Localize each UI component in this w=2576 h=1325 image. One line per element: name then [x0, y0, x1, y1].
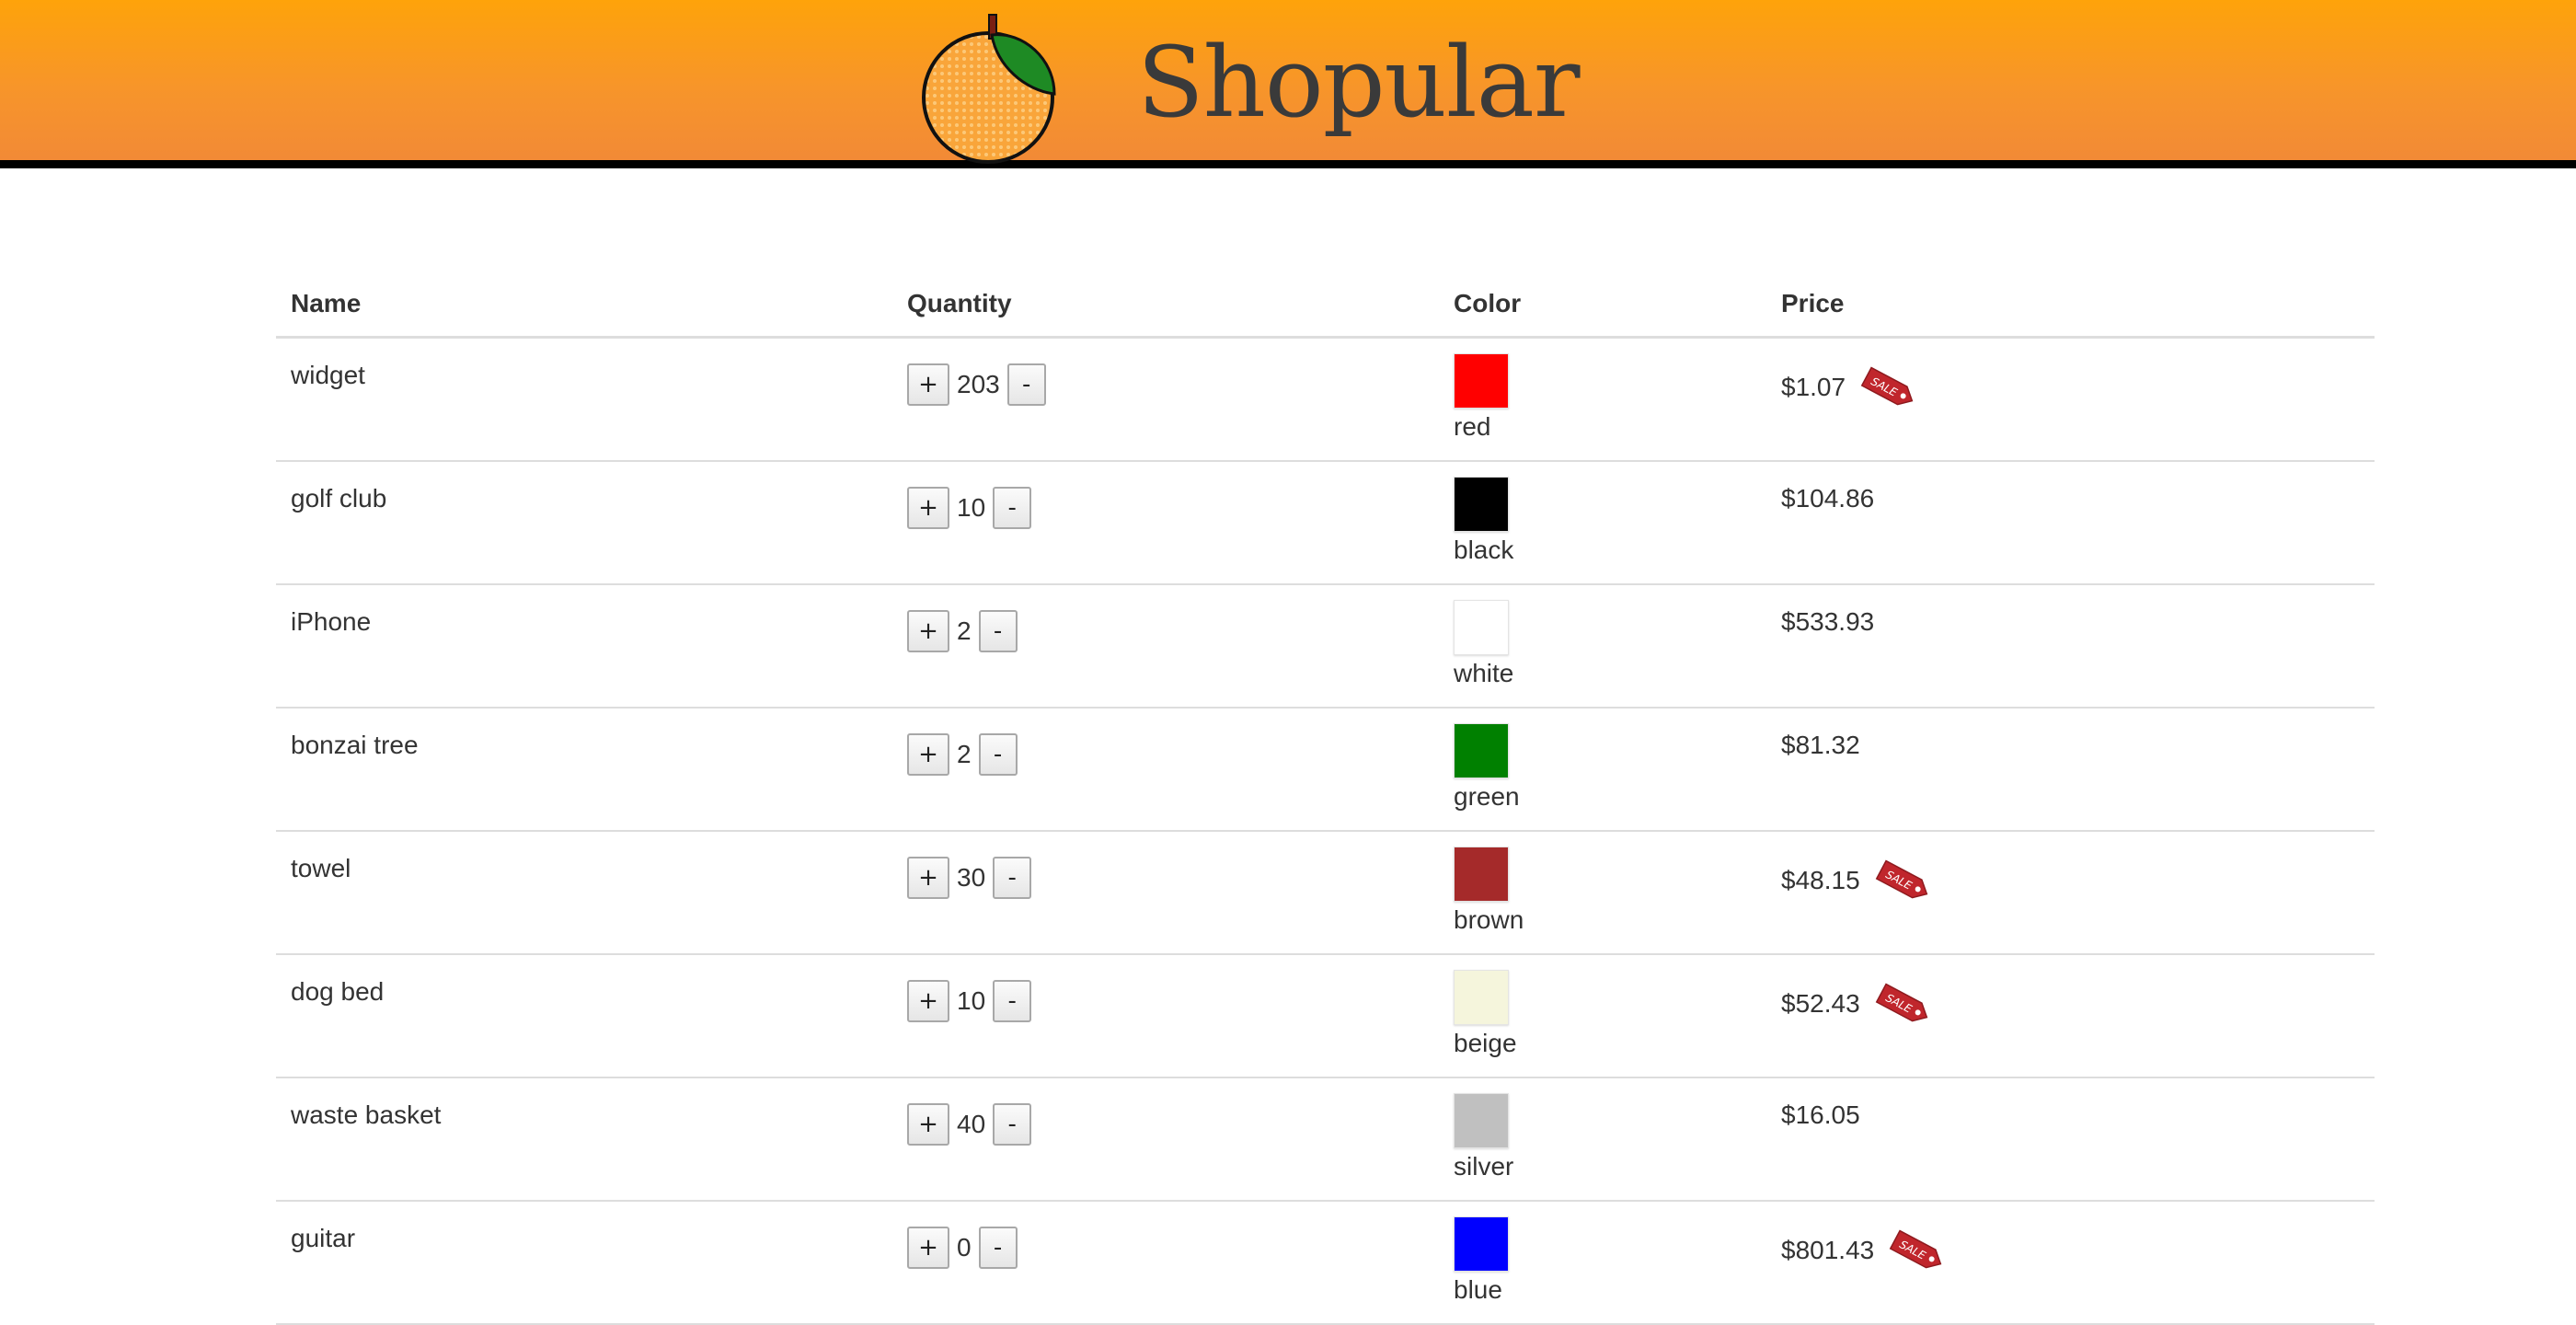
quantity-value: 2: [957, 740, 972, 768]
product-name: towel: [291, 854, 351, 882]
table-row: guitar +0- blue $801.43 SALE: [276, 1202, 2375, 1325]
decrement-button[interactable]: -: [993, 487, 1032, 529]
sale-tag-icon: SALE: [1875, 983, 1927, 1022]
orange-logo-icon[interactable]: [916, 11, 1062, 164]
product-name: widget: [291, 361, 365, 389]
increment-button[interactable]: +: [907, 1103, 949, 1146]
quantity-stepper: +10-: [907, 979, 1032, 1023]
price-cell: $16.05: [1781, 1100, 1860, 1130]
brand-title: Shopular: [1137, 26, 1581, 139]
color-swatch: [1454, 970, 1509, 1025]
price-value: $16.05: [1781, 1100, 1860, 1129]
color-name: blue: [1454, 1275, 1502, 1304]
products-table: Name Quantity Color Price widget +203- red…: [276, 276, 2375, 1325]
price-value: $48.15: [1781, 866, 1860, 894]
decrement-button[interactable]: -: [993, 857, 1032, 899]
table-row: bonzai tree +2- green $81.32: [276, 709, 2375, 832]
color-name: white: [1454, 659, 1514, 687]
quantity-stepper: +203-: [907, 363, 1046, 407]
product-name: waste basket: [291, 1100, 442, 1129]
decrement-button[interactable]: -: [978, 1227, 1018, 1269]
table-header: Name Quantity Color Price: [276, 276, 2375, 339]
quantity-stepper: +40-: [907, 1102, 1032, 1146]
table-row: dog bed +10- beige $52.43 SALE: [276, 955, 2375, 1078]
decrement-button[interactable]: -: [978, 610, 1018, 652]
color-name: red: [1454, 412, 1491, 441]
quantity-value: 30: [957, 863, 986, 892]
increment-button[interactable]: +: [907, 363, 949, 406]
column-header-name: Name: [291, 289, 362, 317]
quantity-stepper: +2-: [907, 609, 1018, 653]
increment-button[interactable]: +: [907, 610, 949, 652]
quantity-value: 0: [957, 1233, 972, 1262]
price-cell: $48.15 SALE: [1781, 858, 1934, 904]
quantity-value: 40: [957, 1110, 986, 1138]
color-swatch: [1454, 353, 1509, 409]
decrement-button[interactable]: -: [993, 1103, 1032, 1146]
table-row: towel +30- brown $48.15 SALE: [276, 832, 2375, 955]
color-name: green: [1454, 782, 1520, 811]
product-name: iPhone: [291, 607, 372, 636]
color-swatch: [1454, 477, 1509, 532]
price-value: $801.43: [1781, 1236, 1875, 1264]
table-body: widget +203- red $1.07 SALE golf club +10- blac…: [276, 339, 2375, 1325]
color-swatch: [1454, 1093, 1509, 1148]
color-name: brown: [1454, 905, 1524, 934]
product-name: guitar: [291, 1224, 356, 1252]
quantity-value: 2: [957, 616, 972, 645]
price-cell: $104.86: [1781, 484, 1874, 513]
table-row: widget +203- red $1.07 SALE: [276, 339, 2375, 462]
sale-tag-icon: SALE: [1875, 859, 1927, 899]
increment-button[interactable]: +: [907, 980, 949, 1022]
column-header-color: Color: [1454, 289, 1522, 317]
increment-button[interactable]: +: [907, 857, 949, 899]
increment-button[interactable]: +: [907, 487, 949, 529]
color-swatch: [1454, 600, 1509, 655]
product-name: bonzai tree: [291, 731, 419, 759]
color-name: beige: [1454, 1029, 1517, 1057]
quantity-stepper: +0-: [907, 1226, 1018, 1270]
quantity-value: 203: [957, 370, 1000, 398]
price-cell: $1.07 SALE: [1781, 364, 1919, 410]
price-value: $81.32: [1781, 731, 1860, 759]
color-name: black: [1454, 536, 1514, 564]
table-row: iPhone +2- white $533.93: [276, 585, 2375, 709]
column-header-price: Price: [1781, 289, 1845, 317]
decrement-button[interactable]: -: [978, 733, 1018, 776]
price-cell: $801.43 SALE: [1781, 1227, 1948, 1273]
price-value: $104.86: [1781, 484, 1875, 513]
quantity-stepper: +2-: [907, 732, 1018, 777]
sale-tag-icon: SALE: [1889, 1229, 1942, 1269]
price-value: $52.43: [1781, 989, 1860, 1018]
product-name: dog bed: [291, 977, 385, 1006]
increment-button[interactable]: +: [907, 733, 949, 776]
table-row: golf club +10- black $104.86: [276, 462, 2375, 585]
site-header: Shopular: [0, 0, 2576, 168]
sale-tag-icon: SALE: [1860, 366, 1914, 406]
color-swatch: [1454, 723, 1509, 778]
decrement-button[interactable]: -: [993, 980, 1032, 1022]
table-row: waste basket +40- silver $16.05: [276, 1078, 2375, 1202]
quantity-value: 10: [957, 493, 986, 522]
quantity-stepper: +10-: [907, 486, 1032, 530]
increment-button[interactable]: +: [907, 1227, 949, 1269]
price-cell: $533.93: [1781, 607, 1874, 637]
price-cell: $81.32: [1781, 731, 1860, 760]
product-name: golf club: [291, 484, 387, 513]
color-swatch: [1454, 1216, 1509, 1272]
price-value: $1.07: [1781, 373, 1846, 401]
color-name: silver: [1454, 1152, 1514, 1181]
column-header-quantity: Quantity: [907, 289, 1012, 317]
price-value: $533.93: [1781, 607, 1875, 636]
quantity-stepper: +30-: [907, 856, 1032, 900]
decrement-button[interactable]: -: [1006, 363, 1046, 406]
price-cell: $52.43 SALE: [1781, 981, 1934, 1027]
quantity-value: 10: [957, 986, 986, 1015]
color-swatch: [1454, 847, 1509, 902]
